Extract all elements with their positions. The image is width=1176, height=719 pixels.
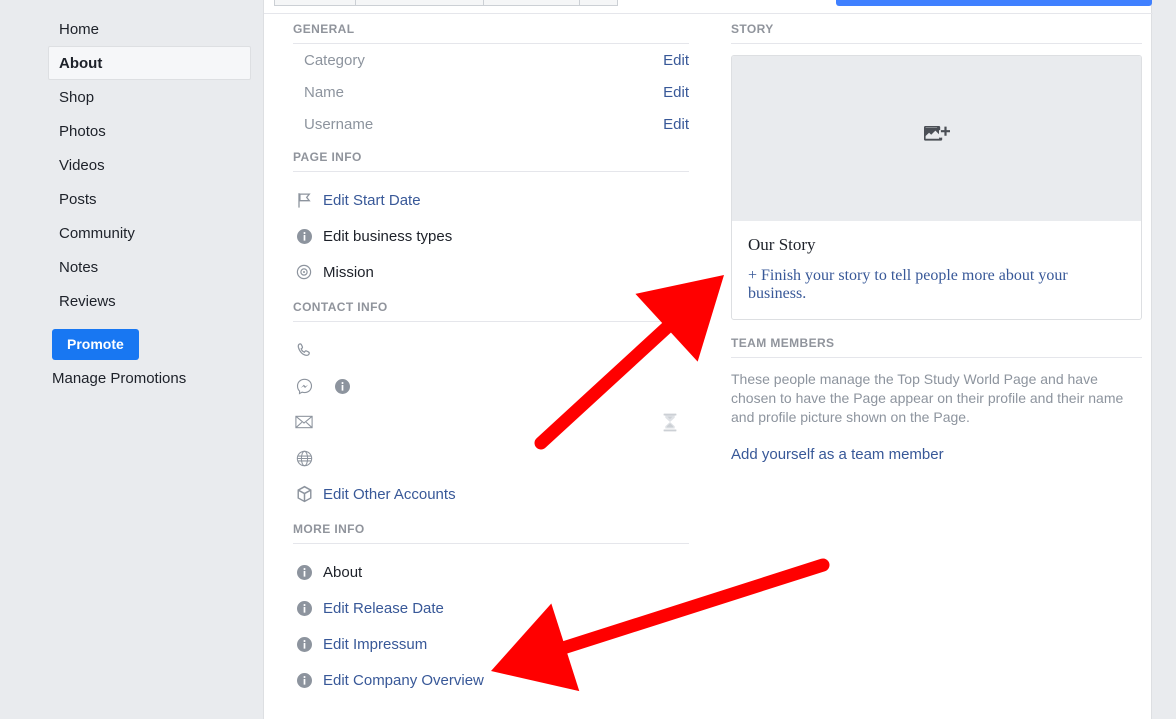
sidebar-item-shop[interactable]: Shop — [48, 80, 251, 114]
more-info-row-edit-company-overview[interactable]: Edit Company Overview — [293, 662, 689, 698]
page-info-section-heading: PAGE INFO — [293, 150, 689, 172]
story-finish-link[interactable]: + Finish your story to tell people more … — [748, 267, 1125, 303]
story-section-heading: STORY — [731, 22, 1142, 44]
general-row-edit-link[interactable]: Edit — [663, 52, 689, 69]
more-info-row-edit-impressum[interactable]: Edit Impressum — [293, 626, 689, 662]
hourglass-icon — [659, 411, 681, 433]
contact-info-row-envelope — [293, 404, 689, 440]
sidebar-item-notes[interactable]: Notes — [48, 250, 251, 284]
more-info-row-edit-release-date[interactable]: Edit Release Date — [293, 590, 689, 626]
contact-info-row-messenger — [293, 368, 689, 404]
page-info-label: Mission — [323, 263, 374, 281]
story-card-body: Our Story + Finish your story to tell pe… — [732, 221, 1141, 319]
general-row-username: Username Edit — [293, 108, 689, 140]
more-info-section-heading: MORE INFO — [293, 522, 689, 544]
more-info-rows: About Edit Release Date Edit Impressum Edit… — [293, 554, 689, 698]
about-left-column: GENERAL Category Edit Name Edit Username Edit… — [293, 22, 689, 698]
messenger-icon — [293, 375, 315, 397]
general-section-heading: GENERAL — [293, 22, 689, 44]
sidebar-item-community[interactable]: Community — [48, 216, 251, 250]
sidebar-item-photos[interactable]: Photos — [48, 114, 251, 148]
cube-icon — [293, 483, 315, 505]
contact-info-row-phone — [293, 332, 689, 368]
page-tab-2[interactable] — [355, 0, 484, 6]
envelope-icon — [293, 411, 315, 433]
right-gutter — [1153, 0, 1176, 719]
team-members-description: These people manage the Top Study World … — [731, 371, 1124, 425]
general-row-label: Category — [304, 51, 365, 69]
general-row-edit-link[interactable]: Edit — [663, 116, 689, 133]
header-divider — [264, 13, 1153, 14]
sidebar-nav: Home About Shop Photos Videos Posts Community N… — [48, 12, 251, 387]
sidebar-item-home[interactable]: Home — [48, 12, 251, 46]
flag-icon — [293, 189, 315, 211]
sidebar-item-posts[interactable]: Posts — [48, 182, 251, 216]
promote-button[interactable]: Promote — [52, 329, 139, 360]
contact-info-section-heading: CONTACT INFO — [293, 300, 689, 322]
sidebar-item-reviews[interactable]: Reviews — [48, 284, 251, 318]
general-row-edit-link[interactable]: Edit — [663, 84, 689, 101]
contact-info-row-edit-other-accounts[interactable]: Edit Other Accounts — [293, 476, 689, 512]
page-info-row-edit-business-types[interactable]: Edit business types — [293, 218, 689, 254]
about-right-column: STORY Our Story + Finish your story to t… — [731, 22, 1142, 463]
page-tab-1[interactable] — [274, 0, 356, 6]
promote-button-wrap: Promote — [48, 329, 251, 360]
general-rows: Category Edit Name Edit Username Edit — [293, 44, 689, 140]
more-info-label[interactable]: Edit Company Overview — [323, 672, 484, 689]
page-root: Home About Shop Photos Videos Posts Community N… — [0, 0, 1176, 719]
phone-icon — [293, 339, 315, 361]
story-card[interactable]: Our Story + Finish your story to tell pe… — [731, 55, 1142, 320]
story-photo-placeholder[interactable] — [732, 56, 1141, 221]
more-info-label: About — [323, 563, 363, 581]
page-info-label[interactable]: Edit Start Date — [323, 192, 421, 209]
general-row-label: Name — [304, 83, 345, 101]
add-team-member-link[interactable]: Add yourself as a team member — [731, 446, 1142, 463]
info-circle-icon — [293, 561, 315, 583]
info-circle-icon — [293, 633, 315, 655]
story-title: Our Story — [748, 235, 816, 254]
page-info-label: Edit business types — [323, 227, 453, 245]
info-circle-icon — [293, 669, 315, 691]
add-photo-icon — [923, 124, 950, 153]
sidebar-item-about[interactable]: About — [48, 46, 251, 80]
contact-info-label[interactable]: Edit Other Accounts — [323, 486, 456, 503]
about-main-panel: GENERAL Category Edit Name Edit Username Edit… — [263, 0, 1153, 719]
general-row-category: Category Edit — [293, 44, 689, 76]
sidebar-item-videos[interactable]: Videos — [48, 148, 251, 182]
info-circle-icon — [293, 225, 315, 247]
general-row-label: Username — [304, 115, 374, 133]
more-info-label[interactable]: Edit Release Date — [323, 600, 444, 617]
page-tabs-strip[interactable] — [274, 0, 618, 6]
general-row-name: Name Edit — [293, 76, 689, 108]
team-members-section-heading: TEAM MEMBERS — [731, 336, 1142, 358]
page-tab-4[interactable] — [579, 0, 618, 6]
page-info-rows: Edit Start Date Edit business types Missio… — [293, 182, 689, 290]
page-info-row-mission[interactable]: Mission — [293, 254, 689, 290]
globe-icon — [293, 447, 315, 469]
info-circle-icon[interactable] — [331, 375, 353, 397]
page-info-row-edit-start-date[interactable]: Edit Start Date — [293, 182, 689, 218]
info-circle-icon — [293, 597, 315, 619]
contact-info-rows: Edit Other Accounts — [293, 332, 689, 512]
left-sidebar: Home About Shop Photos Videos Posts Community N… — [0, 0, 263, 719]
page-tab-3[interactable] — [483, 0, 580, 6]
manage-promotions-link[interactable]: Manage Promotions — [48, 370, 251, 387]
primary-cta-button[interactable] — [836, 0, 1152, 6]
more-info-label[interactable]: Edit Impressum — [323, 636, 427, 653]
target-icon — [293, 261, 315, 283]
more-info-row-about[interactable]: About — [293, 554, 689, 590]
contact-info-row-globe — [293, 440, 689, 476]
